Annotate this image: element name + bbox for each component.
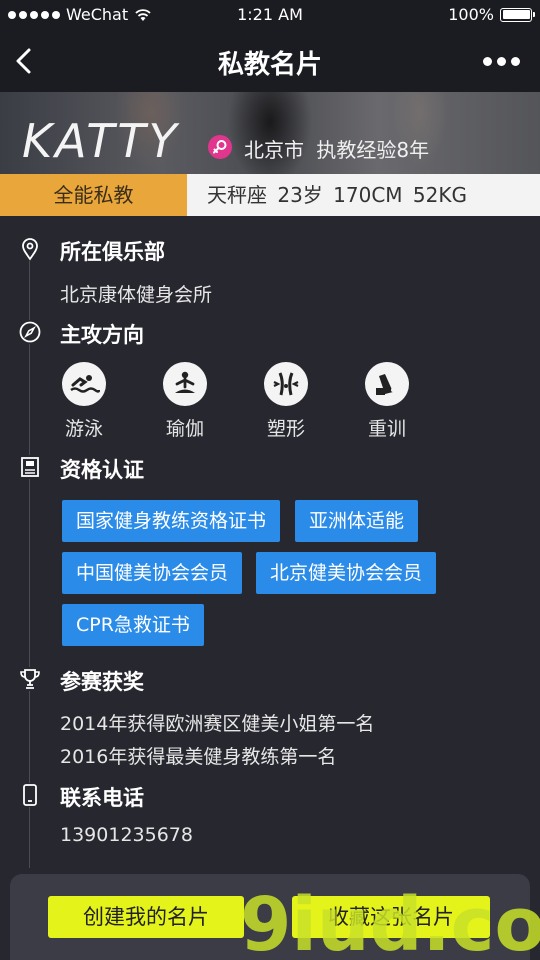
status-bar: WeChat 1:21 AM 100% bbox=[0, 0, 540, 30]
compass-icon bbox=[18, 320, 42, 344]
phone-icon bbox=[18, 783, 42, 807]
club-name: 北京康体健身会所 bbox=[60, 284, 213, 306]
location-pin-icon bbox=[18, 237, 42, 261]
footer-bar: 创建我的名片 收藏这张名片 bbox=[10, 874, 530, 960]
trainer-name: KATTY bbox=[22, 114, 180, 168]
cert-tag: 北京健美协会会员 bbox=[256, 552, 437, 594]
cert-tag: 亚洲体适能 bbox=[295, 500, 419, 542]
awards-title: 参赛获奖 bbox=[60, 670, 144, 694]
phone-title: 联系电话 bbox=[60, 786, 144, 810]
create-card-button[interactable]: 创建我的名片 bbox=[48, 896, 244, 938]
battery-percent: 100% bbox=[448, 5, 494, 24]
weight-training-icon bbox=[365, 362, 409, 406]
focus-item-weight-training: 重训 bbox=[363, 362, 464, 441]
trainer-details: 天秤座 23岁 170CM 52KG bbox=[187, 174, 540, 216]
profile-banner: KATTY 北京市 执教经验8年 bbox=[0, 92, 540, 174]
focus-label: 重训 bbox=[367, 418, 406, 440]
tag-bar: 全能私教 天秤座 23岁 170CM 52KG bbox=[0, 174, 540, 216]
focus-label: 游泳 bbox=[64, 418, 103, 440]
focus-item-swimming: 游泳 bbox=[60, 362, 161, 441]
status-right: 100% bbox=[448, 5, 535, 24]
yoga-icon bbox=[163, 362, 207, 406]
cert-tag: 中国健美协会会员 bbox=[62, 552, 243, 594]
focus-item-yoga: 瑜伽 bbox=[161, 362, 262, 441]
battery-icon bbox=[500, 7, 535, 22]
focus-label: 塑形 bbox=[266, 418, 305, 440]
body-shaping-icon bbox=[264, 362, 308, 406]
focus-label: 瑜伽 bbox=[165, 418, 204, 440]
swimming-icon bbox=[62, 362, 106, 406]
certificate-icon bbox=[18, 455, 42, 479]
phone-number[interactable]: 13901235678 bbox=[60, 824, 193, 846]
certs-title: 资格认证 bbox=[60, 458, 144, 482]
award-item: 2016年获得最美健身教练第一名 bbox=[60, 746, 337, 768]
club-title: 所在俱乐部 bbox=[60, 240, 165, 264]
trainer-meta: 北京市 执教经验8年 bbox=[244, 138, 430, 162]
cert-tag: 国家健身教练资格证书 bbox=[62, 500, 281, 542]
save-card-button[interactable]: 收藏这张名片 bbox=[292, 896, 490, 938]
focus-list: 游泳 瑜伽 塑形 重训 bbox=[60, 362, 464, 441]
focus-item-body-shaping: 塑形 bbox=[262, 362, 363, 441]
nav-bar: 私教名片 bbox=[0, 30, 540, 92]
trophy-icon bbox=[18, 667, 42, 691]
page-title: 私教名片 bbox=[217, 50, 322, 80]
female-icon bbox=[208, 135, 232, 159]
more-icon[interactable] bbox=[483, 57, 520, 66]
award-item: 2014年获得欧洲赛区健美小姐第一名 bbox=[60, 713, 375, 735]
focus-title: 主攻方向 bbox=[60, 323, 144, 347]
cert-tag: CPR急救证书 bbox=[62, 604, 204, 646]
role-badge: 全能私教 bbox=[0, 174, 187, 216]
